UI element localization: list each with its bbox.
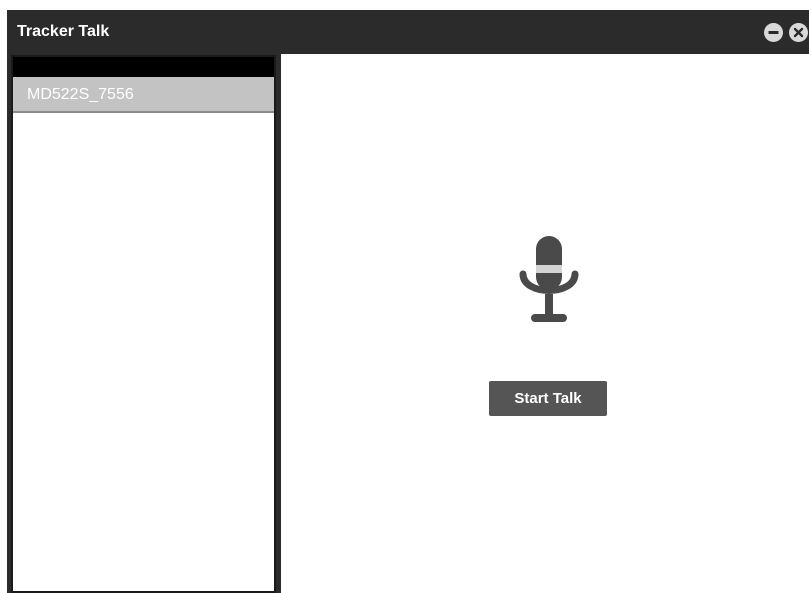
device-list-item[interactable]: MD522S_7556 — [13, 77, 274, 113]
minimize-button[interactable] — [764, 23, 783, 42]
device-list-header — [13, 57, 274, 77]
device-name: MD522S_7556 — [27, 86, 134, 103]
window-title: Tracker Talk — [17, 23, 110, 40]
close-button[interactable] — [789, 23, 808, 42]
start-talk-button[interactable]: Start Talk — [489, 381, 607, 416]
talk-panel: Start Talk — [281, 54, 809, 593]
title-bar[interactable]: Tracker Talk — [7, 10, 809, 54]
microphone-icon — [519, 236, 579, 322]
device-list: MD522S_7556 — [11, 55, 276, 593]
minus-circle-icon — [768, 31, 779, 34]
close-circle-icon — [793, 27, 804, 38]
tracker-talk-window: Tracker Talk MD522S_7556 Start Talk — [7, 10, 809, 593]
